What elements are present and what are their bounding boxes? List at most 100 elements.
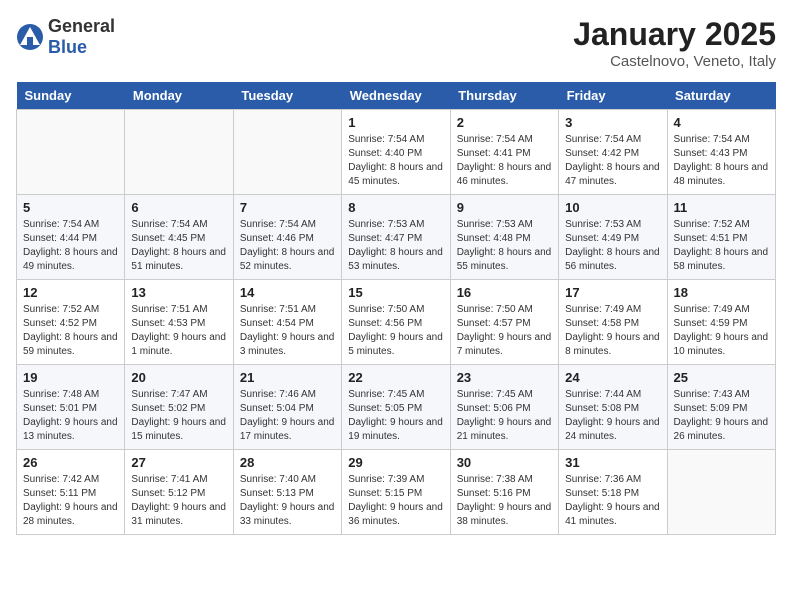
week-row-2: 5Sunrise: 7:54 AMSunset: 4:44 PMDaylight… — [17, 195, 776, 280]
day-number: 30 — [457, 455, 552, 470]
day-number: 7 — [240, 200, 335, 215]
day-info: Sunrise: 7:53 AMSunset: 4:48 PMDaylight:… — [457, 218, 552, 274]
calendar-cell: 17 Sunrise: 7:49 AMSunset: 4:58 PMDayligh… — [559, 280, 667, 365]
calendar-cell — [667, 450, 775, 535]
day-number: 12 — [23, 285, 118, 300]
calendar-cell: 14 Sunrise: 7:51 AMSunset: 4:54 PMDayligh… — [233, 280, 341, 365]
weekday-header-saturday: Saturday — [667, 82, 775, 110]
day-number: 24 — [565, 370, 660, 385]
day-info: Sunrise: 7:54 AMSunset: 4:45 PMDaylight:… — [131, 218, 226, 274]
calendar-cell: 25 Sunrise: 7:43 AMSunset: 5:09 PMDayligh… — [667, 365, 775, 450]
weekday-header-monday: Monday — [125, 82, 233, 110]
calendar-cell: 18Sunrise: 7:49 AMSunset: 4:59 PMDayligh… — [667, 280, 775, 365]
calendar-cell — [125, 110, 233, 195]
day-number: 11 — [674, 200, 769, 215]
calendar-cell: 30 Sunrise: 7:38 AMSunset: 5:16 PMDayligh… — [450, 450, 558, 535]
day-info: Sunrise: 7:43 AMSunset: 5:09 PMDaylight:… — [674, 388, 769, 444]
weekday-header-wednesday: Wednesday — [342, 82, 450, 110]
week-row-1: 1 Sunrise: 7:54 AMSunset: 4:40 PMDaylight… — [17, 110, 776, 195]
title-block: January 2025 Castelnovo, Veneto, Italy — [573, 16, 776, 70]
day-number: 26 — [23, 455, 118, 470]
day-number: 1 — [348, 115, 443, 130]
day-info: Sunrise: 7:54 AMSunset: 4:46 PMDaylight:… — [240, 218, 335, 274]
calendar-cell: 26 Sunrise: 7:42 AMSunset: 5:11 PMDayligh… — [17, 450, 125, 535]
calendar-cell: 19 Sunrise: 7:48 AMSunset: 5:01 PMDayligh… — [17, 365, 125, 450]
day-info: Sunrise: 7:53 AMSunset: 4:47 PMDaylight:… — [348, 218, 443, 274]
day-info: Sunrise: 7:44 AMSunset: 5:08 PMDaylight:… — [565, 388, 660, 444]
day-number: 21 — [240, 370, 335, 385]
logo-blue: Blue — [48, 37, 87, 57]
day-info: Sunrise: 7:39 AMSunset: 5:15 PMDaylight:… — [348, 473, 443, 529]
day-info: Sunrise: 7:45 AMSunset: 5:05 PMDaylight:… — [348, 388, 443, 444]
day-info: Sunrise: 7:53 AMSunset: 4:49 PMDaylight:… — [565, 218, 660, 274]
day-info: Sunrise: 7:42 AMSunset: 5:11 PMDaylight:… — [23, 473, 118, 529]
week-row-5: 26 Sunrise: 7:42 AMSunset: 5:11 PMDayligh… — [17, 450, 776, 535]
calendar-cell: 16 Sunrise: 7:50 AMSunset: 4:57 PMDayligh… — [450, 280, 558, 365]
calendar-cell: 23 Sunrise: 7:45 AMSunset: 5:06 PMDayligh… — [450, 365, 558, 450]
calendar-cell: 4 Sunrise: 7:54 AMSunset: 4:43 PMDaylight… — [667, 110, 775, 195]
day-info: Sunrise: 7:50 AMSunset: 4:57 PMDaylight:… — [457, 303, 552, 359]
day-number: 4 — [674, 115, 769, 130]
calendar-cell: 29 Sunrise: 7:39 AMSunset: 5:15 PMDayligh… — [342, 450, 450, 535]
day-number: 31 — [565, 455, 660, 470]
calendar-cell: 31 Sunrise: 7:36 AMSunset: 5:18 PMDayligh… — [559, 450, 667, 535]
calendar-cell: 10Sunrise: 7:53 AMSunset: 4:49 PMDayligh… — [559, 195, 667, 280]
calendar-subtitle: Castelnovo, Veneto, Italy — [573, 53, 776, 70]
page-header: General Blue January 2025 Castelnovo, Ve… — [16, 16, 776, 70]
day-number: 17 — [565, 285, 660, 300]
day-info: Sunrise: 7:54 AMSunset: 4:40 PMDaylight:… — [348, 133, 443, 189]
day-info: Sunrise: 7:52 AMSunset: 4:51 PMDaylight:… — [674, 218, 769, 274]
day-info: Sunrise: 7:47 AMSunset: 5:02 PMDaylight:… — [131, 388, 226, 444]
day-number: 14 — [240, 285, 335, 300]
calendar-cell: 12 Sunrise: 7:52 AMSunset: 4:52 PMDayligh… — [17, 280, 125, 365]
calendar-cell — [233, 110, 341, 195]
weekday-header-thursday: Thursday — [450, 82, 558, 110]
logo-text: General Blue — [48, 16, 115, 58]
day-number: 23 — [457, 370, 552, 385]
calendar-cell: 21 Sunrise: 7:46 AMSunset: 5:04 PMDayligh… — [233, 365, 341, 450]
day-number: 19 — [23, 370, 118, 385]
calendar-cell: 7 Sunrise: 7:54 AMSunset: 4:46 PMDaylight… — [233, 195, 341, 280]
day-info: Sunrise: 7:49 AMSunset: 4:58 PMDaylight:… — [565, 303, 660, 359]
day-info: Sunrise: 7:51 AMSunset: 4:53 PMDaylight:… — [131, 303, 226, 359]
day-info: Sunrise: 7:51 AMSunset: 4:54 PMDaylight:… — [240, 303, 335, 359]
day-info: Sunrise: 7:54 AMSunset: 4:44 PMDaylight:… — [23, 218, 118, 274]
calendar-cell: 27 Sunrise: 7:41 AMSunset: 5:12 PMDayligh… — [125, 450, 233, 535]
calendar-cell: 1 Sunrise: 7:54 AMSunset: 4:40 PMDaylight… — [342, 110, 450, 195]
logo-general: General — [48, 16, 115, 36]
calendar-cell: 15Sunrise: 7:50 AMSunset: 4:56 PMDayligh… — [342, 280, 450, 365]
day-number: 29 — [348, 455, 443, 470]
week-row-3: 12 Sunrise: 7:52 AMSunset: 4:52 PMDayligh… — [17, 280, 776, 365]
calendar-cell: 9Sunrise: 7:53 AMSunset: 4:48 PMDaylight… — [450, 195, 558, 280]
day-info: Sunrise: 7:48 AMSunset: 5:01 PMDaylight:… — [23, 388, 118, 444]
day-number: 25 — [674, 370, 769, 385]
day-info: Sunrise: 7:45 AMSunset: 5:06 PMDaylight:… — [457, 388, 552, 444]
day-number: 6 — [131, 200, 226, 215]
day-number: 13 — [131, 285, 226, 300]
calendar-cell: 22 Sunrise: 7:45 AMSunset: 5:05 PMDayligh… — [342, 365, 450, 450]
weekday-header-row: SundayMondayTuesdayWednesdayThursdayFrid… — [17, 82, 776, 110]
day-number: 28 — [240, 455, 335, 470]
day-info: Sunrise: 7:49 AMSunset: 4:59 PMDaylight:… — [674, 303, 769, 359]
calendar-cell: 3Sunrise: 7:54 AMSunset: 4:42 PMDaylight… — [559, 110, 667, 195]
day-number: 22 — [348, 370, 443, 385]
logo: General Blue — [16, 16, 115, 58]
day-info: Sunrise: 7:52 AMSunset: 4:52 PMDaylight:… — [23, 303, 118, 359]
day-number: 8 — [348, 200, 443, 215]
calendar-cell: 5Sunrise: 7:54 AMSunset: 4:44 PMDaylight… — [17, 195, 125, 280]
day-info: Sunrise: 7:40 AMSunset: 5:13 PMDaylight:… — [240, 473, 335, 529]
day-info: Sunrise: 7:38 AMSunset: 5:16 PMDaylight:… — [457, 473, 552, 529]
day-info: Sunrise: 7:54 AMSunset: 4:43 PMDaylight:… — [674, 133, 769, 189]
calendar-cell: 20Sunrise: 7:47 AMSunset: 5:02 PMDayligh… — [125, 365, 233, 450]
weekday-header-sunday: Sunday — [17, 82, 125, 110]
day-info: Sunrise: 7:41 AMSunset: 5:12 PMDaylight:… — [131, 473, 226, 529]
day-number: 2 — [457, 115, 552, 130]
calendar-cell: 11 Sunrise: 7:52 AMSunset: 4:51 PMDayligh… — [667, 195, 775, 280]
day-info: Sunrise: 7:46 AMSunset: 5:04 PMDaylight:… — [240, 388, 335, 444]
day-number: 27 — [131, 455, 226, 470]
day-info: Sunrise: 7:36 AMSunset: 5:18 PMDaylight:… — [565, 473, 660, 529]
logo-icon — [16, 23, 44, 51]
day-number: 16 — [457, 285, 552, 300]
weekday-header-friday: Friday — [559, 82, 667, 110]
calendar-cell: 8 Sunrise: 7:53 AMSunset: 4:47 PMDaylight… — [342, 195, 450, 280]
